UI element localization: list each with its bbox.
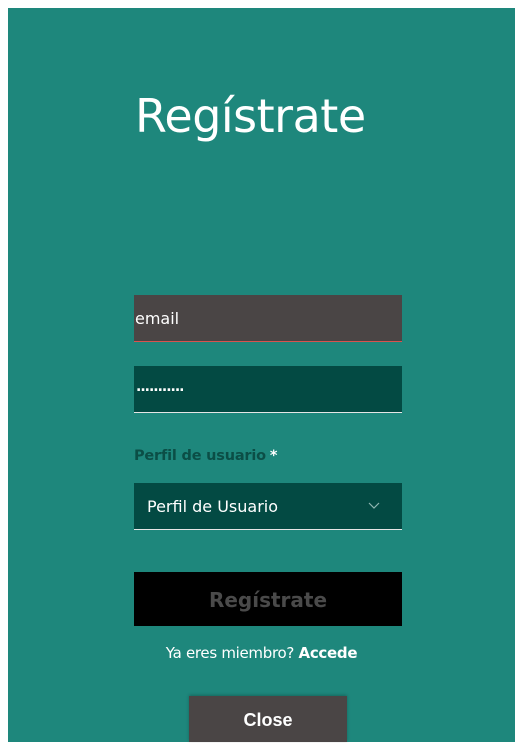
password-value: ...........: [136, 379, 185, 395]
close-button[interactable]: Close: [189, 696, 347, 742]
modal-title: Regístrate: [135, 89, 366, 143]
chevron-down-icon: [368, 502, 380, 510]
profile-select-value: Perfil de Usuario: [147, 496, 278, 516]
member-text: Ya eres miembro?: [165, 644, 295, 662]
profile-select[interactable]: Perfil de Usuario: [134, 483, 402, 530]
profile-label-text: Perfil de usuario: [134, 448, 266, 464]
profile-label: Perfil de usuario *: [134, 448, 278, 464]
email-value: email: [135, 308, 180, 328]
registration-modal: Regístrate email ........... Perfil de u…: [8, 8, 515, 742]
password-field[interactable]: ...........: [134, 366, 402, 413]
login-prompt: Ya eres miembro? Accede: [8, 644, 515, 662]
register-button[interactable]: Regístrate: [134, 572, 402, 626]
login-link[interactable]: Accede: [299, 644, 358, 662]
required-marker: *: [269, 448, 278, 464]
email-field[interactable]: email: [134, 295, 402, 342]
